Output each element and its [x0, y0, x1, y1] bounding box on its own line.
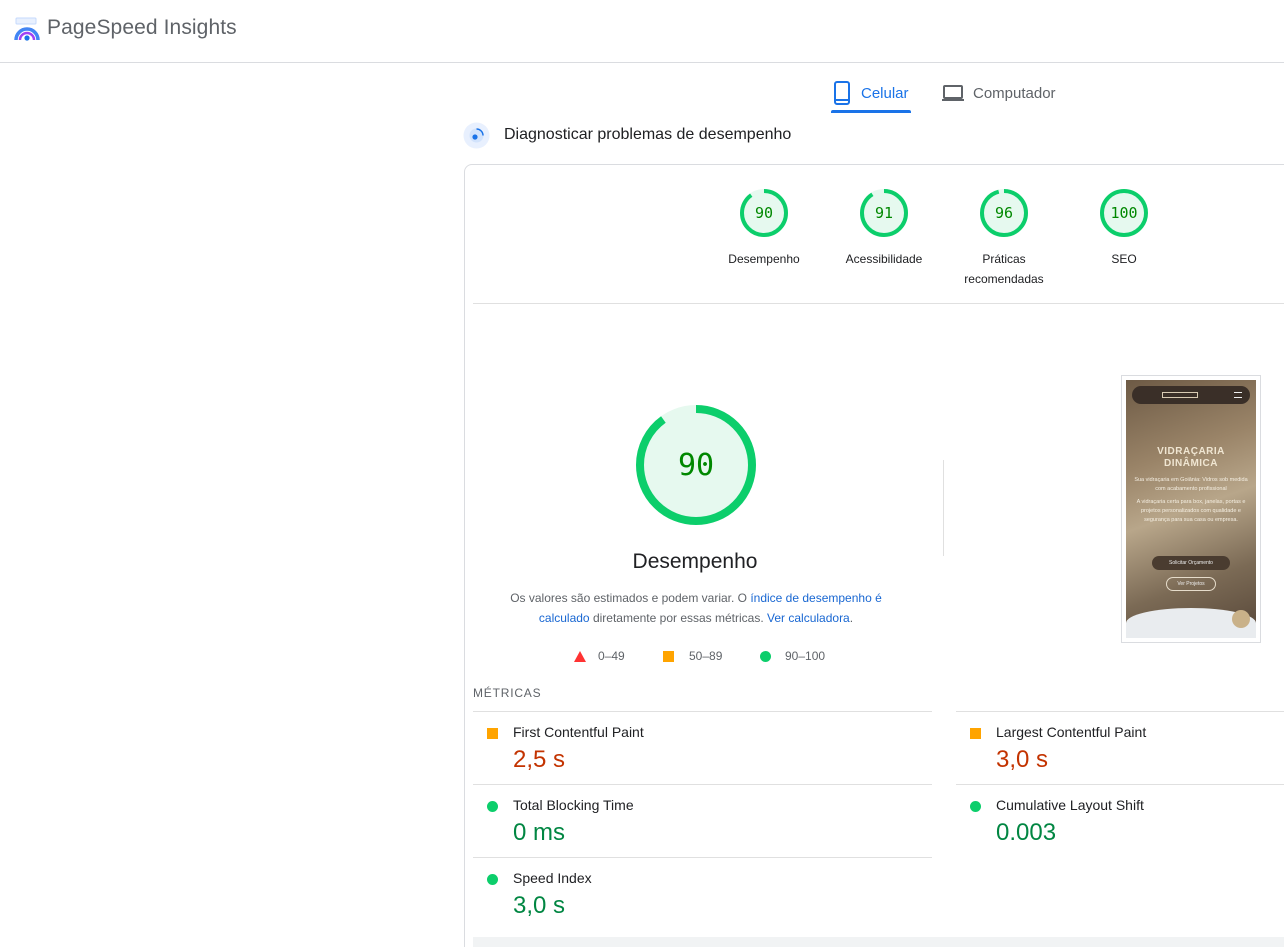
tab-mobile[interactable]: Celular — [831, 74, 911, 113]
divider — [956, 784, 1284, 785]
metrics-title: MÉTRICAS — [473, 686, 542, 700]
note-text: diretamente por essas métricas. — [589, 611, 768, 625]
divider — [473, 711, 932, 712]
gauge-seo[interactable]: 100 SEO — [1064, 187, 1184, 269]
menu-icon — [1234, 392, 1242, 398]
circle-icon — [760, 650, 771, 662]
gauge-label: Práticas recomendadas — [964, 252, 1044, 286]
screenshot-title-line: VIDRAÇARIA — [1157, 446, 1225, 457]
metrics-footer-bar — [473, 937, 1284, 947]
laptop-icon — [942, 85, 964, 101]
score-gauge-icon: 96 — [980, 189, 1028, 237]
divider — [473, 857, 932, 858]
gauge-label: Desempenho — [728, 252, 800, 266]
gauge-score: 96 — [995, 204, 1013, 222]
screenshot-title: VIDRAÇARIA DINÂMICA — [1126, 446, 1256, 470]
tab-desktop-label: Computador — [973, 84, 1056, 102]
metric-name: Largest Contentful Paint — [996, 724, 1147, 740]
score-gauge-icon: 90 — [740, 189, 788, 237]
legend-fail: 0–49 — [574, 647, 625, 665]
screenshot-title-line: DINÂMICA — [1164, 458, 1218, 469]
legend-pass: 90–100 — [760, 647, 825, 665]
legend-range: 0–49 — [598, 649, 625, 663]
divider — [956, 711, 1284, 712]
performance-gauge: 90 — [636, 405, 756, 525]
vertical-divider — [943, 460, 944, 556]
pagespeed-logo-icon[interactable] — [14, 16, 40, 42]
screenshot-text: Sua vidraçaria em Goiânia: Vidros sob me… — [1132, 476, 1250, 525]
gauge-label: Acessibilidade — [845, 252, 923, 266]
circle-icon — [487, 874, 498, 885]
page-screenshot[interactable]: VIDRAÇARIA DINÂMICA Sua vidraçaria em Go… — [1121, 375, 1261, 643]
screenshot-projects-button: Ver Projetos — [1166, 577, 1216, 591]
screenshot-navbar — [1132, 386, 1250, 404]
metric-value: 0.003 — [996, 819, 1057, 846]
circle-icon — [487, 801, 498, 812]
metric-name: Speed Index — [513, 870, 592, 886]
triangle-icon — [574, 650, 586, 662]
score-gauge-icon: 100 — [1100, 189, 1148, 237]
metric-name: Total Blocking Time — [513, 797, 634, 813]
metric-value: 2,5 s — [513, 746, 566, 773]
legend-average: 50–89 — [663, 647, 722, 665]
divider — [473, 303, 1284, 304]
score-gauge-icon: 91 — [860, 189, 908, 237]
legend-range: 90–100 — [785, 649, 826, 663]
tab-desktop[interactable]: Computador — [942, 74, 1056, 112]
chat-bubble-icon — [1232, 610, 1250, 628]
metric-value: 0 ms — [513, 819, 566, 846]
diagnose-icon — [463, 122, 490, 149]
smartphone-icon — [834, 81, 850, 105]
note-text: Os valores são estimados e podem variar.… — [510, 591, 751, 605]
logo-icon — [1162, 392, 1198, 398]
note-text: . — [849, 611, 854, 625]
tab-mobile-label: Celular — [861, 84, 909, 102]
screenshot-subtitle: Sua vidraçaria em Goiânia: Vidros sob me… — [1134, 477, 1248, 492]
gauge-score: 91 — [875, 204, 893, 222]
divider — [473, 784, 932, 785]
gauge-score: 100 — [1110, 204, 1137, 222]
square-icon — [970, 728, 981, 739]
square-icon — [663, 650, 674, 662]
calculator-link[interactable]: Ver calculadora — [767, 611, 850, 625]
performance-score: 90 — [678, 448, 714, 483]
legend-range: 50–89 — [689, 649, 723, 663]
app-title[interactable]: PageSpeed Insights — [47, 16, 237, 40]
metric-value: 3,0 s — [996, 746, 1049, 773]
square-icon — [487, 728, 498, 739]
metric-value: 3,0 s — [513, 892, 566, 919]
gauge-accessibility[interactable]: 91 Acessibilidade — [824, 187, 944, 269]
metric-name: Cumulative Layout Shift — [996, 797, 1144, 813]
gauge-performance[interactable]: 90 Desempenho — [704, 187, 824, 269]
gauge-label: SEO — [1111, 252, 1137, 266]
gauge-score: 90 — [755, 204, 773, 222]
circle-icon — [970, 801, 981, 812]
performance-label: Desempenho — [632, 550, 758, 573]
gauge-best-practices[interactable]: 96 Práticas recomendadas — [944, 187, 1064, 289]
top-header: PageSpeed Insights — [0, 0, 1284, 63]
screenshot-body: A vidraçaria certa para box, janelas, po… — [1136, 499, 1246, 523]
performance-note: Os valores são estimados e podem variar.… — [496, 588, 896, 628]
screenshot-quote-button: Solicitar Orçamento — [1152, 556, 1230, 570]
metric-name: First Contentful Paint — [513, 724, 644, 740]
screenshot-image: VIDRAÇARIA DINÂMICA Sua vidraçaria em Go… — [1126, 380, 1256, 638]
diagnose-title: Diagnosticar problemas de desempenho — [504, 126, 792, 143]
